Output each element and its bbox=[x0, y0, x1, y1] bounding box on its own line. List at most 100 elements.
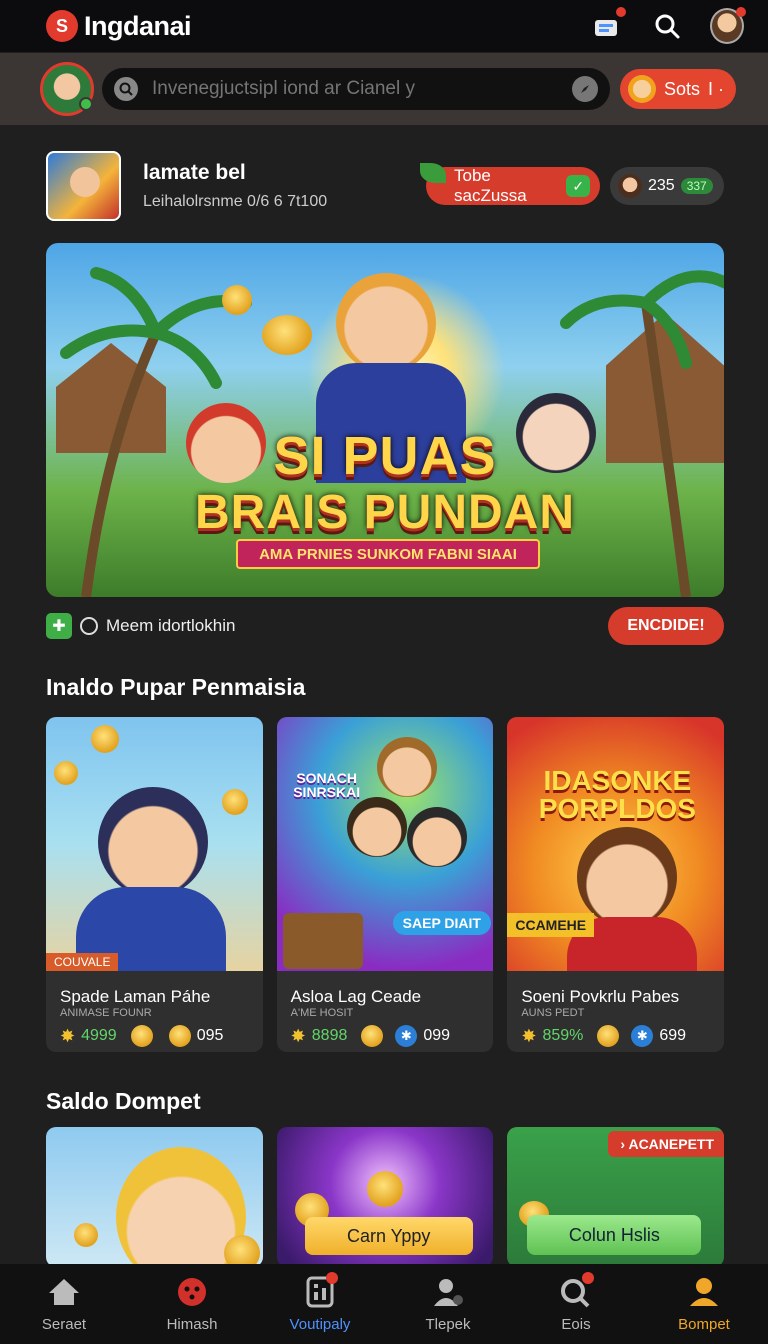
radio-toggle[interactable] bbox=[80, 617, 98, 635]
section-title-wallet: Saldo Dompet bbox=[46, 1088, 201, 1114]
card-stats: ✸ 4999 095 bbox=[60, 1025, 263, 1047]
coin-count: 235 bbox=[648, 177, 675, 194]
divider-icon: I · bbox=[708, 78, 725, 99]
check-icon: ✓ bbox=[566, 175, 590, 197]
floating-coin-icon bbox=[54, 761, 78, 785]
card-rating: 8898 bbox=[311, 1027, 348, 1044]
card-art-text: SONACH SINRSKAI bbox=[293, 770, 361, 800]
search-field-icon bbox=[114, 77, 138, 101]
floating-coin-icon bbox=[262, 315, 312, 355]
card-rating: 4999 bbox=[81, 1027, 117, 1044]
wallet-card-button[interactable]: Carn Yppy bbox=[304, 1217, 473, 1255]
game-card-art: COUVALE bbox=[46, 717, 263, 971]
user-settings-icon bbox=[430, 1276, 466, 1308]
meta-label: Meem idortlokhin bbox=[106, 616, 236, 635]
card-character bbox=[376, 737, 437, 797]
treasure-chest bbox=[282, 913, 363, 969]
card-character bbox=[406, 807, 467, 867]
profile-name: lamate bel bbox=[143, 161, 246, 184]
game-card[interactable]: IDASONKE PORPLDOS CCAMEHE Soeni Povkrlu … bbox=[507, 717, 725, 1052]
floating-coin-icon bbox=[222, 285, 252, 315]
card-subtitle: ANIMASE FOUNR bbox=[60, 1007, 152, 1019]
card-tag: COUVALE bbox=[46, 953, 119, 971]
nav-item-tlepek[interactable]: Tlepek bbox=[384, 1264, 512, 1344]
nav-item-eois[interactable]: Eois bbox=[512, 1264, 640, 1344]
notification-dot bbox=[582, 1271, 594, 1284]
floating-coin-icon bbox=[224, 1235, 260, 1267]
nav-item-bompet[interactable]: Bompet bbox=[640, 1264, 768, 1344]
game-card-art: SONACH SINRSKAI SAEP DIAIT bbox=[276, 717, 494, 971]
game-card[interactable]: COUVALE Spade Laman Páhe ANIMASE FOUNR ✸… bbox=[46, 717, 263, 1052]
wallet-card[interactable] bbox=[46, 1127, 263, 1267]
add-icon[interactable]: ✚ bbox=[46, 613, 72, 639]
nav-label: Voutipaly bbox=[289, 1315, 351, 1333]
profile-thumbnail[interactable] bbox=[46, 151, 121, 221]
card-title: Asloa Lag Ceade bbox=[290, 987, 422, 1006]
hero-title-line1: SI PUAS bbox=[273, 426, 497, 486]
sots-button[interactable]: Sots I · bbox=[620, 69, 736, 109]
end-button[interactable]: ENCDIDE! bbox=[608, 607, 724, 645]
hero-banner[interactable]: SI PUAS BRAIS PUNDAN AMA PRNIES SUNKOM F… bbox=[46, 243, 724, 597]
floating-coin-icon bbox=[74, 1223, 98, 1247]
online-indicator bbox=[79, 97, 93, 111]
floating-coin-icon bbox=[222, 789, 248, 815]
wallet-cards: Carn Yppy › ACANEPETT Colun Hslis bbox=[46, 1127, 725, 1267]
game-card-art: IDASONKE PORPLDOS CCAMEHE bbox=[507, 717, 725, 971]
calculator-icon bbox=[302, 1271, 338, 1308]
star-icon: ✸ bbox=[521, 1025, 537, 1046]
featured-profile: lamate bel Leihalolrsnme 0/6 6 7t100 Tob… bbox=[46, 150, 724, 222]
search-row: Sots I · bbox=[0, 53, 768, 125]
card-character bbox=[98, 787, 208, 897]
card-character bbox=[577, 827, 678, 927]
hero-title-line2: BRAIS PUNDAN bbox=[194, 486, 575, 539]
nav-item-home[interactable]: Seraet bbox=[0, 1264, 128, 1344]
dice-icon bbox=[174, 1276, 210, 1308]
app-logo[interactable]: S bbox=[46, 10, 78, 42]
card-rating: 859% bbox=[542, 1027, 584, 1044]
card-character bbox=[346, 797, 407, 857]
card-stats: ✸ 859% ✱ 699 bbox=[521, 1025, 724, 1047]
card-tag: CCAMEHE bbox=[507, 913, 595, 937]
coin-badge: 337 bbox=[680, 178, 713, 194]
star-icon: ✸ bbox=[60, 1025, 76, 1046]
user-avatar[interactable] bbox=[40, 62, 94, 116]
sots-label: Sots bbox=[664, 78, 701, 99]
notifications-icon[interactable] bbox=[590, 7, 626, 43]
wallet-card[interactable]: › ACANEPETT Colun Hslis bbox=[507, 1127, 725, 1267]
card-stats: ✸ 8898 ✱ 099 bbox=[291, 1025, 494, 1047]
nav-label: Seraet bbox=[41, 1315, 87, 1333]
nav-label: Himash bbox=[166, 1315, 218, 1333]
game-card[interactable]: SONACH SINRSKAI SAEP DIAIT Asloa Lag Cea… bbox=[276, 717, 494, 1052]
hero-ribbon: AMA PRNIES SUNKOM FABNI SIAAI bbox=[236, 539, 540, 569]
coin-icon bbox=[597, 1025, 620, 1047]
card-art-text: IDASONKE PORPLDOS bbox=[538, 765, 696, 824]
account-avatar-icon[interactable] bbox=[710, 7, 746, 44]
nav-label: Bompet bbox=[678, 1315, 730, 1333]
nav-item-himash[interactable]: Himash bbox=[128, 1264, 256, 1344]
card-subtitle: A'ME HOSIT bbox=[290, 1007, 354, 1019]
wallet-card-badge: › ACANEPETT bbox=[608, 1131, 725, 1157]
search-bar[interactable] bbox=[102, 68, 610, 110]
notification-dot bbox=[326, 1271, 338, 1284]
search-icon[interactable] bbox=[650, 9, 684, 43]
nav-label: Eois bbox=[561, 1315, 591, 1333]
profile-action-button[interactable]: Tobe sacZussa ✓ bbox=[420, 163, 600, 205]
floating-coin-icon bbox=[366, 1171, 403, 1207]
card-title: Soeni Povkrlu Pabes bbox=[521, 987, 680, 1006]
bottom-navigation: Seraet Himash Voutipaly Tlepek Eois Bomp… bbox=[0, 1264, 768, 1344]
coin-icon bbox=[168, 1025, 191, 1047]
compass-icon[interactable] bbox=[572, 76, 598, 102]
nav-item-voutipaly[interactable]: Voutipaly bbox=[256, 1264, 384, 1344]
wallet-card[interactable]: Carn Yppy bbox=[276, 1127, 494, 1267]
card-extra: 699 bbox=[659, 1027, 687, 1044]
leaf-icon bbox=[420, 163, 446, 183]
nav-label: Tlepek bbox=[425, 1315, 471, 1333]
app-title: Ingdanai bbox=[84, 10, 192, 41]
section-title-popular: Inaldo Pupar Penmaisia bbox=[46, 674, 306, 700]
snowflake-icon: ✱ bbox=[631, 1025, 654, 1047]
card-extra: 095 bbox=[196, 1027, 224, 1044]
coin-balance[interactable]: 235 337 bbox=[610, 167, 724, 205]
card-title: Spade Laman Páhe bbox=[60, 987, 211, 1006]
search-input[interactable] bbox=[152, 78, 572, 100]
wallet-card-button[interactable]: Colun Hslis bbox=[527, 1215, 702, 1255]
